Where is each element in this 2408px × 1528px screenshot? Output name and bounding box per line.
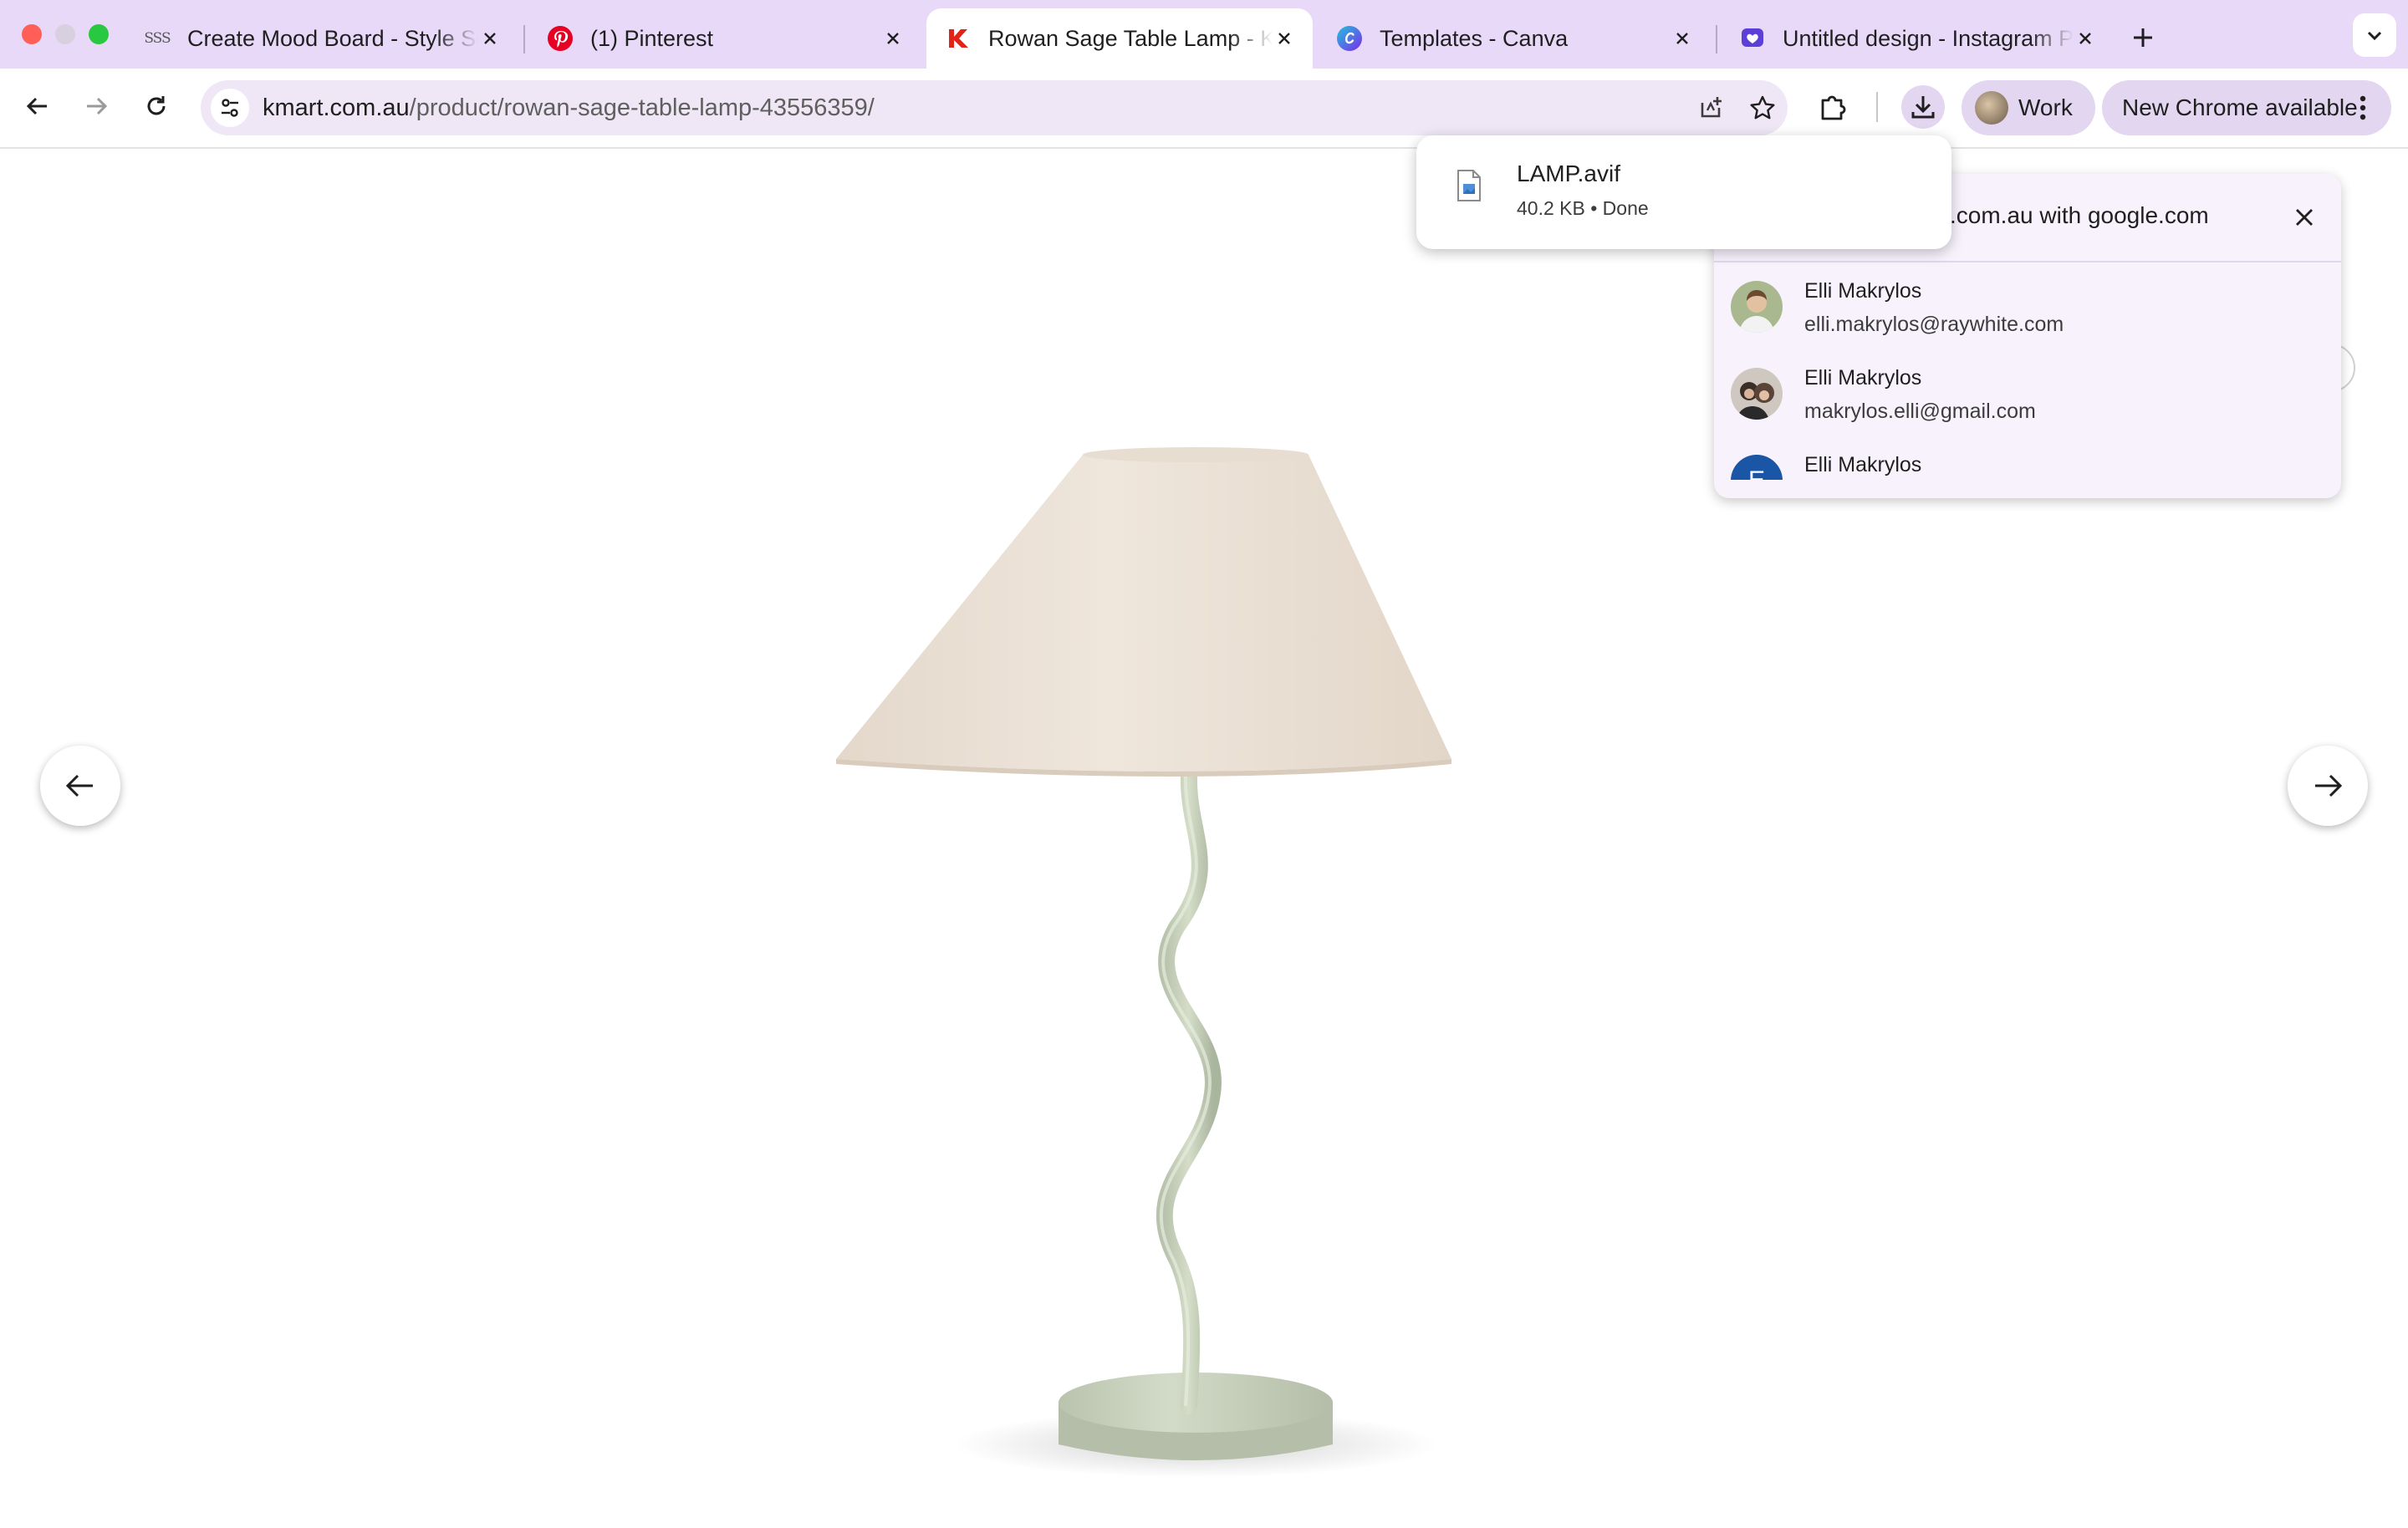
new-tab-button[interactable] (2122, 17, 2164, 59)
stylesc-logo-icon: SSS (144, 30, 171, 47)
close-icon[interactable] (478, 27, 502, 50)
tab-strip: SSS Create Mood Board - Style Sc (1) Pin… (0, 0, 2408, 69)
download-status: 40.2 KB • Done (1517, 197, 1649, 219)
previous-image-button[interactable] (40, 746, 120, 826)
window-close-button[interactable] (22, 24, 42, 44)
signin-popup-title: .com.au with google.com (1950, 202, 2209, 228)
toolbar-separator (1876, 92, 1878, 122)
arrow-right-icon (2315, 774, 2343, 797)
tab-title: Create Mood Board - Style Sc (187, 25, 478, 51)
close-icon[interactable] (1671, 27, 1694, 50)
download-item[interactable]: LAMP.avif 40.2 KB • Done (1416, 135, 1951, 249)
browser-toolbar: kmart.com.au/product/rowan-sage-table-la… (0, 69, 2408, 149)
url-path: /product/rowan-sage-table-lamp-43556359/ (409, 94, 875, 121)
tab-canva[interactable]: Templates - Canva (1318, 8, 1711, 69)
reload-icon (147, 96, 166, 115)
download-bubble: LAMP.avif 40.2 KB • Done (1416, 135, 1951, 249)
install-app-icon (1701, 97, 1722, 118)
profile-chip[interactable]: Work (1962, 80, 2095, 135)
download-icon (1911, 96, 1935, 119)
avatar: E (1731, 455, 1783, 480)
close-icon[interactable] (2289, 202, 2319, 232)
tab-separator (523, 25, 525, 53)
reload-button[interactable] (135, 85, 177, 127)
next-image-button[interactable] (2288, 746, 2368, 826)
bookmark-button[interactable] (1746, 91, 1779, 125)
profile-avatar (1975, 91, 2008, 125)
tab-title: Templates - Canva (1380, 25, 1569, 51)
close-icon[interactable] (1273, 27, 1296, 50)
tab-title: Untitled design - Instagram P (1783, 25, 2074, 51)
avatar (1731, 368, 1783, 420)
instagram-design-icon (1739, 25, 1766, 52)
tab-title: Rowan Sage Table Lamp - Km (988, 25, 1273, 51)
tab-separator (1716, 25, 1717, 53)
chevron-down-icon (2367, 31, 2382, 41)
address-bar[interactable]: kmart.com.au/product/rowan-sage-table-la… (201, 80, 1788, 135)
download-filename: LAMP.avif (1517, 160, 1620, 186)
account-email: elli.makrylos@raywhite.com (1804, 313, 2064, 336)
tune-icon (222, 99, 238, 117)
account-email: makrylos.elli@gmail.com (1804, 400, 2036, 423)
arrow-left-icon (65, 774, 93, 797)
arrow-right-icon (87, 97, 108, 115)
profile-label: Work (2018, 94, 2073, 120)
downloads-button[interactable] (1901, 85, 1945, 129)
chrome-update-chip[interactable]: New Chrome available (2102, 80, 2391, 135)
pinterest-icon (547, 25, 574, 52)
close-icon[interactable] (881, 27, 905, 50)
account-option[interactable]: Elli Makrylos makrylos.elli@gmail.com (1714, 349, 2341, 436)
image-file-icon (1457, 170, 1481, 201)
tab-style-sc[interactable]: SSS Create Mood Board - Style Sc (125, 8, 518, 69)
tab-untitled-design[interactable]: Untitled design - Instagram P (1721, 8, 2114, 69)
tab-pinterest[interactable]: (1) Pinterest (528, 8, 921, 69)
star-icon (1750, 95, 1775, 120)
forward-button[interactable] (75, 85, 117, 127)
avatar-initial: E (1748, 466, 1765, 480)
account-name: Elli Makrylos (1804, 453, 1922, 476)
extensions-button[interactable] (1811, 85, 1854, 129)
install-app-button[interactable] (1694, 91, 1727, 125)
avatar (1731, 281, 1783, 333)
puzzle-icon (1821, 95, 1846, 120)
account-list[interactable]: Elli Makrylos elli.makrylos@raywhite.com… (1714, 262, 2341, 480)
close-icon[interactable] (2074, 27, 2097, 50)
kmart-icon (945, 25, 972, 52)
update-label: New Chrome available (2122, 94, 2358, 120)
account-option[interactable]: E Elli Makrylos (1714, 436, 2341, 480)
url-domain: kmart.com.au (263, 94, 410, 121)
window-zoom-button[interactable] (89, 24, 109, 44)
site-info-button[interactable] (211, 89, 249, 127)
plus-icon (2134, 28, 2152, 47)
tab-title: (1) Pinterest (590, 25, 714, 51)
menu-kebab-icon[interactable] (2346, 91, 2380, 125)
canva-icon (1336, 25, 1363, 52)
account-option[interactable]: Elli Makrylos elli.makrylos@raywhite.com (1714, 262, 2341, 349)
back-button[interactable] (17, 85, 59, 127)
account-name: Elli Makrylos (1804, 366, 1922, 390)
url-text[interactable]: kmart.com.au/product/rowan-sage-table-la… (263, 80, 875, 135)
account-name: Elli Makrylos (1804, 279, 1922, 303)
arrow-left-icon (26, 97, 47, 115)
tab-search-button[interactable] (2353, 13, 2396, 57)
product-lamp-image (836, 447, 1451, 1478)
tab-kmart-lamp[interactable]: Rowan Sage Table Lamp - Km (926, 8, 1313, 69)
window-minimize-button[interactable] (55, 24, 75, 44)
